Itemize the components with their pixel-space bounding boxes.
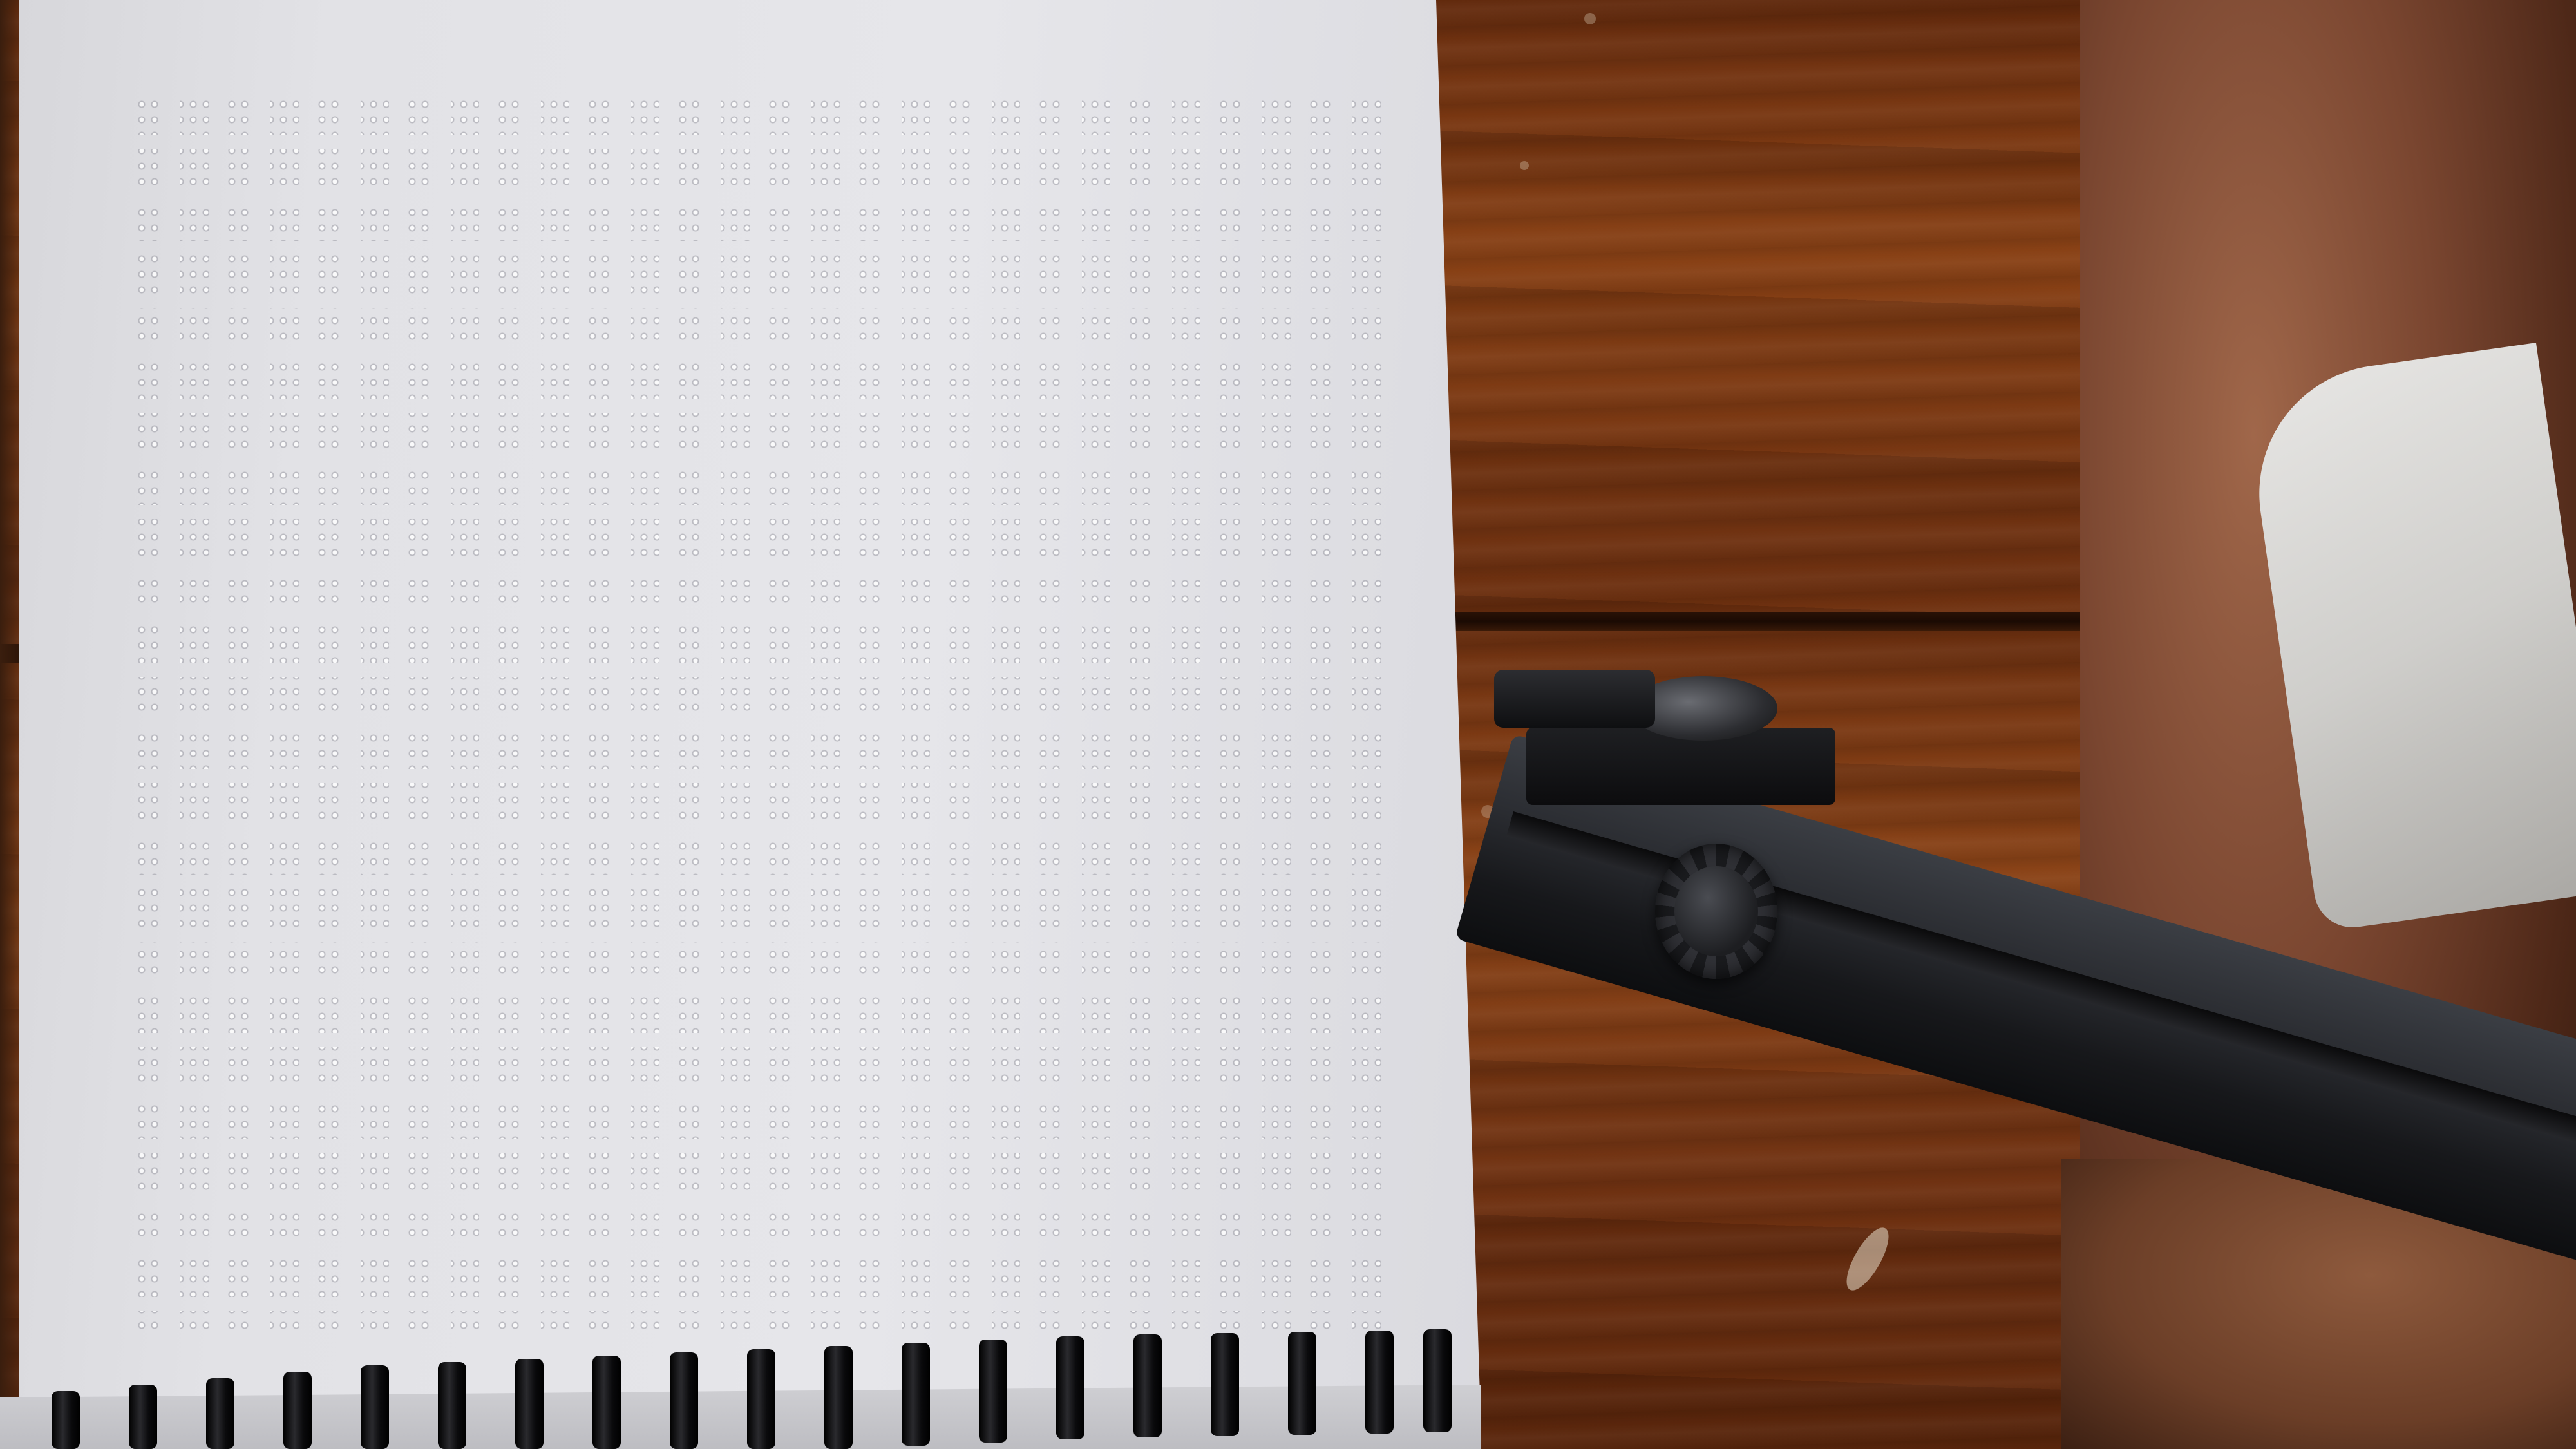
binding-ring (902, 1343, 930, 1446)
stand-clamp-lever (1494, 670, 1655, 728)
binding-ring (129, 1385, 157, 1449)
binding-ring (979, 1340, 1007, 1443)
table-speck (1584, 13, 1596, 24)
stand-knob-cap (1674, 866, 1758, 956)
binding-ring (1211, 1333, 1239, 1436)
braille-page (19, 0, 1481, 1436)
binding-ring (361, 1365, 389, 1449)
binding-ring (824, 1346, 853, 1449)
binding-ring (515, 1359, 544, 1449)
braille-text-area (135, 97, 1397, 1333)
stand-clamp-block (1526, 728, 1835, 805)
binding-ring (438, 1362, 466, 1449)
table-speck (1520, 161, 1529, 170)
binding-ring (1133, 1334, 1162, 1437)
binding-ring (592, 1356, 621, 1449)
binding-ring (747, 1349, 775, 1449)
photo-scene (0, 0, 2576, 1449)
table-plank-gap (1449, 612, 2125, 631)
binding-ring (52, 1391, 80, 1449)
binding-ring (1288, 1332, 1316, 1435)
binding-ring (206, 1378, 234, 1449)
binding-ring (283, 1372, 312, 1449)
binding-ring (1423, 1329, 1452, 1432)
spiral-binding (0, 1327, 1481, 1449)
binding-ring (1056, 1336, 1084, 1439)
binding-ring (1365, 1331, 1394, 1434)
binding-ring (670, 1352, 698, 1449)
